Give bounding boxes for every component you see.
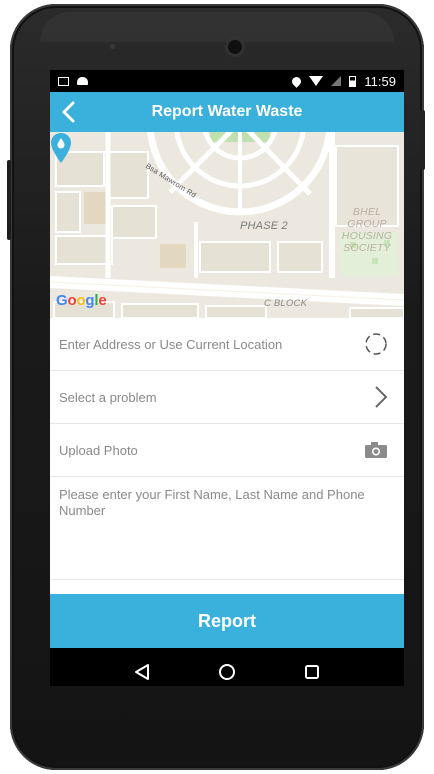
map-cblock-label: C BLOCK — [264, 298, 308, 309]
problem-label: Select a problem — [59, 389, 157, 405]
map-bhel-label: BHEL GROUP HOUSING SOCIETY — [341, 206, 393, 254]
status-time: 11:59 — [364, 73, 396, 89]
wifi-icon — [309, 76, 324, 86]
back-button[interactable] — [58, 100, 80, 124]
location-icon — [290, 74, 304, 88]
android-icon — [77, 77, 88, 85]
photo-label: Upload Photo — [59, 442, 138, 458]
app-bar: Report Water Waste — [50, 92, 404, 132]
phone-top-edge — [40, 12, 394, 42]
back-triangle-icon — [135, 664, 150, 680]
screen: 11:59 Report Water Waste Bsa Mawrom Rd P… — [50, 70, 404, 686]
volume-button — [7, 160, 11, 240]
status-right: 11:59 — [290, 73, 396, 89]
page-title: Report Water Waste — [151, 103, 303, 120]
chevron-right-icon — [375, 386, 388, 408]
nav-back-button[interactable] — [129, 659, 155, 685]
report-button[interactable]: Report — [50, 594, 404, 648]
signal-icon — [331, 76, 342, 86]
photo-row[interactable]: Upload Photo — [50, 424, 404, 477]
status-bar: 11:59 — [50, 70, 404, 92]
contact-row — [50, 477, 404, 580]
front-camera — [226, 38, 244, 56]
map-phase-label: PHASE 2 — [240, 220, 288, 232]
camera-icon[interactable] — [364, 441, 388, 459]
map-view[interactable]: Bsa Mawrom Rd PHASE 2 BHEL GROUP HOUSING… — [50, 132, 404, 318]
recents-square-icon — [304, 665, 319, 679]
address-row — [50, 318, 404, 371]
map-pin-icon[interactable] — [50, 132, 72, 164]
address-input[interactable] — [59, 336, 339, 352]
home-circle-icon — [218, 664, 235, 680]
system-nav-bar — [50, 648, 404, 686]
battery-icon — [349, 75, 357, 87]
nav-home-button[interactable] — [214, 659, 240, 685]
proximity-sensor — [110, 44, 115, 49]
google-attribution: Google — [56, 292, 107, 309]
status-left — [58, 76, 88, 86]
power-button — [420, 110, 425, 170]
chevron-left-icon — [62, 101, 75, 123]
image-icon — [58, 76, 69, 86]
nav-recents-button[interactable] — [299, 659, 325, 685]
current-location-icon[interactable] — [364, 332, 388, 356]
problem-row[interactable]: Select a problem — [50, 371, 404, 424]
contact-textarea[interactable] — [59, 487, 395, 567]
